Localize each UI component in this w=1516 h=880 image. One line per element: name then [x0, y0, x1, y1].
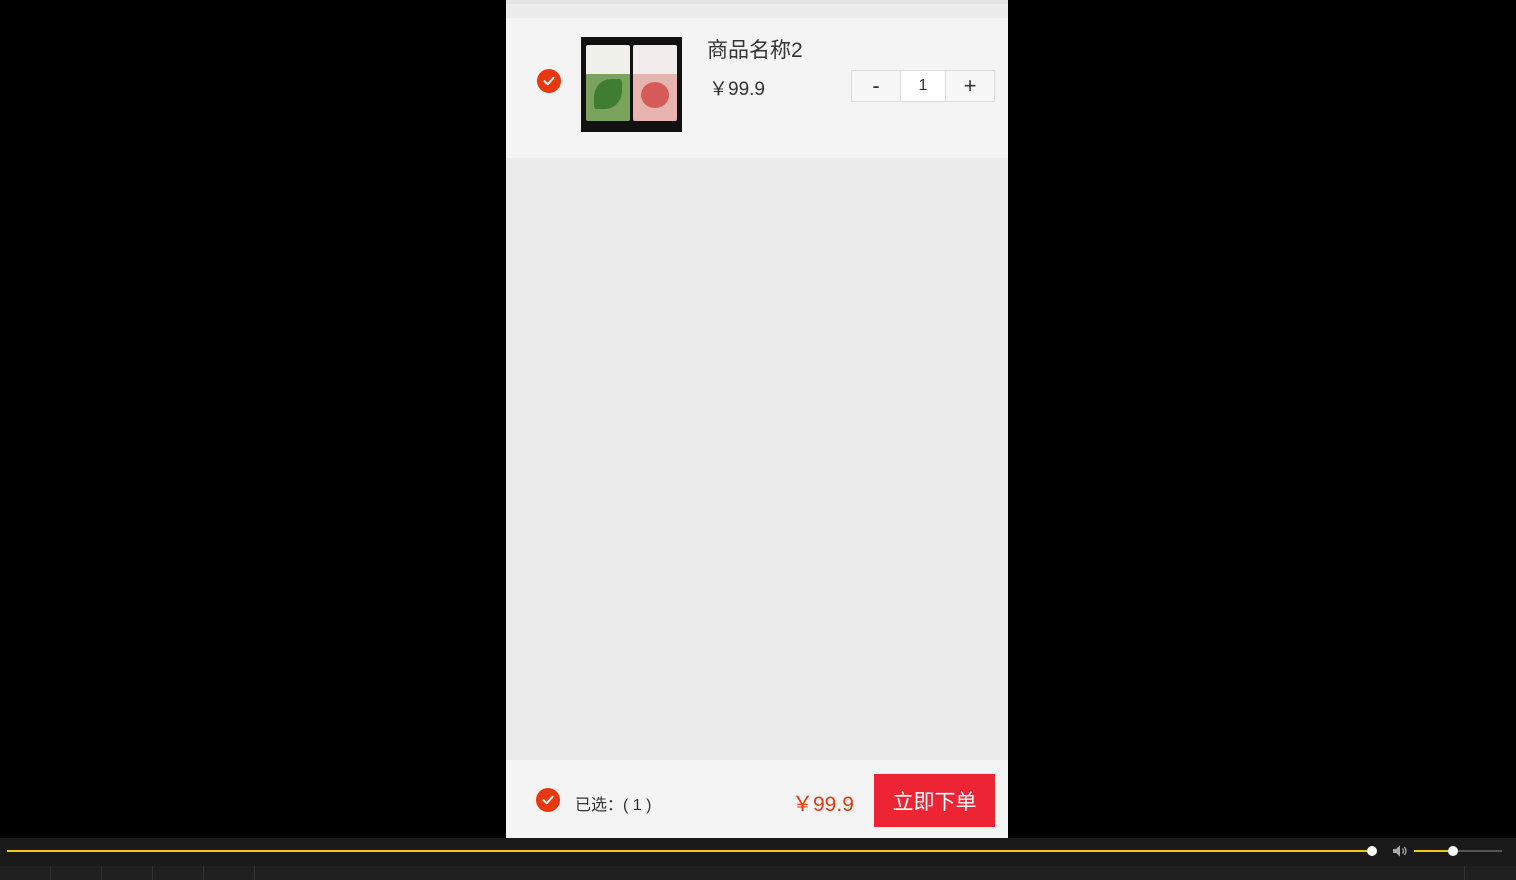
bottom-toolbar — [0, 866, 1516, 880]
checkout-bar: 已选：( 1 ) ￥99.9 立即下单 — [506, 760, 1008, 838]
volume-icon[interactable] — [1392, 844, 1408, 858]
quantity-stepper: - 1 + — [851, 70, 995, 102]
toolbar-slot[interactable] — [204, 866, 255, 880]
toolbar-slot[interactable] — [102, 866, 153, 880]
product-image[interactable] — [581, 37, 682, 132]
product-name[interactable]: 商品名称2 — [707, 34, 803, 64]
decrease-button[interactable]: - — [852, 71, 900, 101]
check-icon — [543, 76, 555, 86]
toolbar-slot[interactable] — [51, 866, 102, 880]
cart-page: 商品名称2 ￥99.9 - 1 + 已选：( 1 ) ￥99.9 立即下单 — [506, 0, 1008, 838]
check-icon — [542, 795, 554, 805]
toolbar-slot[interactable] — [153, 866, 204, 880]
toolbar-slot[interactable] — [1465, 866, 1516, 880]
quantity-input[interactable]: 1 — [900, 71, 946, 101]
toolbar-spacer — [255, 866, 1465, 880]
seek-handle[interactable] — [1367, 846, 1377, 856]
total-price: ￥99.9 — [792, 793, 854, 816]
toolbar-slot[interactable] — [0, 866, 51, 880]
seek-bar[interactable] — [7, 850, 1373, 852]
product-price: ￥99.9 — [709, 79, 765, 100]
item-checkbox[interactable] — [537, 69, 561, 93]
select-all-checkbox[interactable] — [536, 788, 560, 812]
increase-button[interactable]: + — [946, 71, 994, 101]
cart-item: 商品名称2 ￥99.9 - 1 + — [506, 18, 1008, 158]
top-divider — [506, 0, 1008, 18]
video-player-controls — [0, 838, 1516, 880]
selected-count: 已选：( 1 ) — [575, 797, 652, 814]
volume-handle[interactable] — [1448, 846, 1458, 856]
place-order-button[interactable]: 立即下单 — [874, 774, 995, 827]
